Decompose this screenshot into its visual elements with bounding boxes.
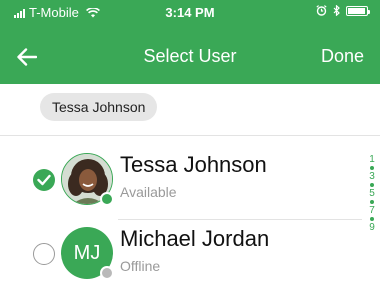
index-dot	[370, 200, 374, 204]
checkmark-icon	[37, 174, 51, 186]
battery-icon	[346, 5, 370, 16]
unselected-checkbox[interactable]	[33, 243, 55, 265]
user-name: Michael Jordan	[120, 226, 270, 251]
done-button[interactable]: Done	[321, 46, 364, 67]
index-item[interactable]: 1	[364, 155, 380, 165]
user-status: Available	[120, 184, 177, 200]
index-item[interactable]: 9	[364, 223, 380, 233]
user-row-michael-jordan[interactable]: MJ Michael Jordan Offline	[0, 224, 362, 281]
row-divider	[118, 219, 362, 220]
select-user-screen: T-Mobile 3:14 PM Select User Done Tessa …	[0, 0, 380, 281]
section-index[interactable]: 1 3 5 7 9	[364, 155, 380, 281]
status-right	[316, 5, 370, 16]
user-row-tessa-johnson[interactable]: Tessa Johnson Available	[0, 150, 362, 218]
index-item[interactable]: 3	[364, 172, 380, 182]
header: T-Mobile 3:14 PM Select User Done	[0, 0, 380, 84]
nav-bar: Select User Done	[0, 38, 380, 76]
index-dot	[370, 166, 374, 170]
status-bar: T-Mobile 3:14 PM	[0, 0, 380, 24]
user-status: Offline	[120, 258, 161, 274]
selected-checkbox[interactable]	[33, 169, 55, 191]
selected-user-chip[interactable]: Tessa Johnson	[40, 93, 158, 121]
selected-users-bar: Tessa Johnson	[0, 84, 380, 136]
presence-online-indicator	[100, 192, 114, 206]
index-item[interactable]: 5	[364, 189, 380, 199]
avatar: MJ	[61, 227, 114, 280]
avatar	[61, 153, 114, 206]
index-dot	[370, 217, 374, 221]
index-item[interactable]: 7	[364, 206, 380, 216]
alarm-icon	[316, 5, 327, 16]
presence-offline-indicator	[100, 266, 114, 280]
bluetooth-icon	[333, 5, 340, 16]
index-dot	[370, 183, 374, 187]
user-name: Tessa Johnson	[120, 152, 267, 177]
